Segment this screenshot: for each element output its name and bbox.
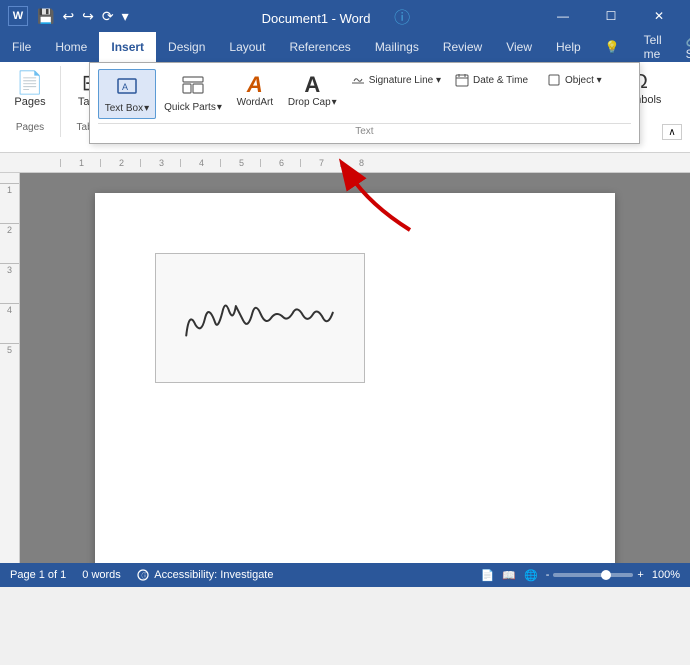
date-time-icon: Date & Time <box>455 73 528 87</box>
ruler-v-mark: 5 <box>0 343 19 383</box>
page-count: Page 1 of 1 <box>10 569 66 581</box>
ruler-mark: 7 <box>300 159 340 167</box>
signature-line-button[interactable]: Signature Line ▾ <box>345 69 447 91</box>
date-time-label: Date & Time <box>473 75 528 86</box>
signature-line-label: Signature Line ▾ <box>369 75 441 86</box>
date-time-button[interactable]: Date & Time <box>449 69 539 91</box>
quick-parts-button[interactable]: Quick Parts ▾ <box>158 69 228 117</box>
drop-cap-button[interactable]: A Drop Cap ▾ <box>282 69 343 112</box>
tab-home[interactable]: Home <box>43 32 99 62</box>
wordart-label: WordArt <box>237 97 274 108</box>
ruler-mark: 8 <box>340 159 380 167</box>
signature-box <box>155 253 365 383</box>
collapse-ribbon-button[interactable]: ∧ <box>662 124 682 140</box>
ruler-mark: 1 <box>60 159 100 167</box>
tab-lightbulb[interactable]: 💡 <box>593 32 632 62</box>
svg-text:A: A <box>122 82 128 92</box>
text-box-button[interactable]: A Text Box ▾ <box>98 69 156 119</box>
signature-line-icon: Signature Line ▾ <box>351 73 441 87</box>
tab-help[interactable]: Help <box>544 32 593 62</box>
text-box-icon: A <box>115 74 139 103</box>
ruler-v-mark: 1 <box>0 183 19 223</box>
document-title: Document1 - Word ⓘ <box>132 4 540 28</box>
pages-group-label: Pages <box>16 120 44 135</box>
zoom-level: 100% <box>652 569 680 581</box>
view-mode-read[interactable]: 📖 <box>502 569 516 582</box>
drop-cap-icon: A <box>304 73 320 97</box>
ribbon-tab-bar: File Home Insert Design Layout Reference… <box>0 32 690 62</box>
zoom-slider[interactable] <box>553 573 633 577</box>
minimize-button[interactable]: — <box>540 0 586 32</box>
customize-icon[interactable]: ▾ <box>119 8 132 25</box>
title-bar: W 💾 ↩ ↪ ⟳ ▾ Document1 - Word ⓘ — ☐ ✕ <box>0 0 690 32</box>
signature-image <box>161 256 360 380</box>
pages-button[interactable]: 📄 Pages <box>8 68 52 112</box>
status-bar: Page 1 of 1 0 words ⓘ Accessibility: Inv… <box>0 563 690 587</box>
tab-mailings[interactable]: Mailings <box>363 32 431 62</box>
tab-share[interactable]: 🔗 Share <box>674 32 690 62</box>
tab-file[interactable]: File <box>0 32 43 62</box>
quick-parts-label: Quick Parts ▾ <box>164 102 222 113</box>
object-label: Object ▾ <box>565 75 602 86</box>
save-icon[interactable]: 💾 <box>34 8 57 25</box>
word-count: 0 words <box>82 569 121 581</box>
pages-items: 📄 Pages <box>8 68 52 118</box>
zoom-thumb <box>601 570 611 580</box>
tab-insert[interactable]: Insert <box>99 32 156 62</box>
ruler-v-mark: 3 <box>0 263 19 303</box>
text-box-label: Text Box ▾ <box>105 103 149 114</box>
tab-references[interactable]: References <box>277 32 362 62</box>
ruler-mark: 2 <box>100 159 140 167</box>
drop-cap-label: Drop Cap ▾ <box>288 97 337 108</box>
ribbon-content: 📄 Pages Pages ⊞ Table Tables <box>0 62 690 152</box>
maximize-button[interactable]: ☐ <box>588 0 634 32</box>
redo-icon[interactable]: ↪ <box>79 8 97 25</box>
tab-tell-me[interactable]: Tell me <box>632 32 674 62</box>
document-page[interactable] <box>95 193 615 563</box>
accessibility-status: ⓘ Accessibility: Investigate <box>137 569 274 581</box>
vertical-ruler: 1 2 3 4 5 <box>0 173 20 563</box>
ruler-v-mark: 2 <box>0 223 19 263</box>
pages-icon: 📄 <box>16 72 43 94</box>
status-left: Page 1 of 1 0 words ⓘ Accessibility: Inv… <box>10 569 273 581</box>
ruler-v-mark: 4 <box>0 303 19 343</box>
ruler-mark: 6 <box>260 159 300 167</box>
svg-text:ⓘ: ⓘ <box>141 572 148 580</box>
status-right: 📄 📖 🌐 - + 100% <box>481 569 680 582</box>
quick-access-toolbar: 💾 ↩ ↪ ⟳ ▾ <box>34 8 132 25</box>
object-button[interactable]: Object ▾ <box>541 69 631 91</box>
view-mode-web[interactable]: 🌐 <box>524 569 538 582</box>
zoom-in-button[interactable]: + <box>637 569 643 581</box>
pages-label: Pages <box>14 96 45 108</box>
object-icon: Object ▾ <box>547 73 602 87</box>
refresh-icon[interactable]: ⟳ <box>99 8 117 25</box>
horizontal-ruler: 1 2 3 4 5 6 7 8 <box>0 153 690 173</box>
tab-design[interactable]: Design <box>156 32 217 62</box>
view-mode-print[interactable]: 📄 <box>481 569 495 582</box>
window-controls: — ☐ ✕ <box>540 0 682 32</box>
tab-view[interactable]: View <box>494 32 544 62</box>
ruler-marks: 1 2 3 4 5 6 7 8 <box>60 159 380 167</box>
undo-icon[interactable]: ↩ <box>59 8 77 25</box>
close-button[interactable]: ✕ <box>636 0 682 32</box>
ruler-mark: 3 <box>140 159 180 167</box>
page-area[interactable] <box>20 173 690 563</box>
tab-review[interactable]: Review <box>431 32 494 62</box>
wordart-button[interactable]: A WordArt <box>230 69 280 112</box>
ribbon: File Home Insert Design Layout Reference… <box>0 32 690 153</box>
document-container: 1 2 3 4 5 <box>0 173 690 563</box>
ruler-mark: 5 <box>220 159 260 167</box>
tab-layout[interactable]: Layout <box>217 32 277 62</box>
word-logo: W <box>8 6 28 26</box>
zoom-out-button[interactable]: - <box>546 569 550 581</box>
wordart-icon: A <box>247 73 263 97</box>
zoom-bar: - + 100% <box>546 569 680 581</box>
title-bar-left: W 💾 ↩ ↪ ⟳ ▾ <box>8 6 132 26</box>
quick-parts-icon <box>181 73 205 102</box>
ruler-mark: 4 <box>180 159 220 167</box>
ribbon-group-pages: 📄 Pages Pages <box>0 66 61 137</box>
text-group-bottom-label: Text <box>98 123 631 137</box>
